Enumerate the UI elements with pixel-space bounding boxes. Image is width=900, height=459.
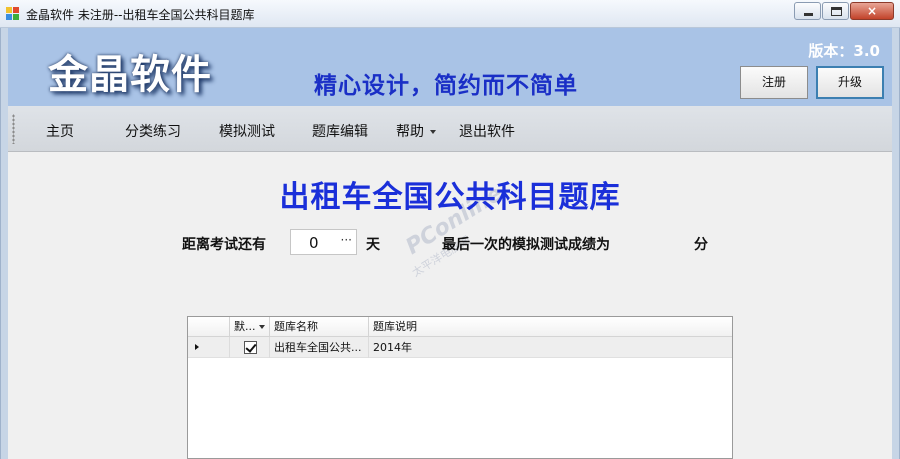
close-icon: × — [866, 4, 878, 18]
toolbar-grip[interactable] — [12, 114, 15, 144]
window-controls: × — [794, 2, 894, 20]
maximize-icon — [831, 7, 842, 16]
bank-name-cell[interactable]: 出租车全国公共... — [270, 337, 369, 358]
slogan: 精心设计，简约而不简单 — [314, 73, 578, 99]
days-value: 0 — [309, 234, 319, 252]
row-pointer-icon — [195, 344, 199, 350]
maximize-button[interactable] — [822, 2, 849, 20]
column-header-name[interactable]: 题库名称 — [270, 317, 369, 337]
days-input[interactable]: 0 ··· — [290, 229, 357, 255]
app-logo: 金晶软件 — [48, 52, 212, 98]
chevron-down-icon — [430, 130, 436, 134]
grid-header: 默... 题库名称 题库说明 — [188, 317, 732, 337]
default-checkbox[interactable] — [244, 341, 257, 354]
menu-item-bank-edit[interactable]: 题库编辑 — [312, 121, 368, 141]
minimize-button[interactable] — [794, 2, 821, 20]
chevron-down-icon — [258, 325, 265, 329]
days-label: 距离考试还有 — [182, 237, 266, 253]
app-icon — [6, 7, 20, 21]
row-selector[interactable] — [188, 337, 230, 358]
menu-item-label: 帮助 — [396, 124, 424, 140]
menu-item-label: 退出软件 — [459, 124, 515, 140]
column-header-desc[interactable]: 题库说明 — [369, 317, 732, 337]
upgrade-button[interactable]: 升级 — [816, 66, 884, 99]
version-label: 版本：3.0 — [808, 42, 880, 60]
bank-desc-cell[interactable]: 2014年 — [369, 337, 732, 358]
column-label: 默... — [234, 320, 256, 333]
page-title: 出租车全国公共科目题库 — [279, 180, 621, 215]
default-cell[interactable] — [230, 337, 270, 358]
row-header-corner — [188, 317, 230, 337]
minimize-icon — [804, 13, 813, 16]
score-label: 最后一次的模拟测试成绩为 — [442, 237, 610, 253]
window-title: 金晶软件 未注册--出租车全国公共科目题库 — [26, 8, 255, 22]
menu-item-exit[interactable]: 退出软件 — [459, 121, 515, 141]
title-bar: 金晶软件 未注册--出租车全国公共科目题库 × — [0, 0, 900, 28]
menu-item-mock-test[interactable]: 模拟测试 — [219, 121, 275, 141]
table-row[interactable]: 出租车全国公共... 2014年 — [188, 337, 732, 358]
column-label: 题库说明 — [373, 320, 417, 333]
column-header-default[interactable]: 默... — [230, 317, 270, 337]
menu-item-label: 主页 — [46, 124, 74, 140]
menu-item-help[interactable]: 帮助 — [396, 121, 436, 141]
days-unit: 天 — [366, 237, 380, 253]
menu-item-category-practice[interactable]: 分类练习 — [125, 121, 181, 141]
score-unit: 分 — [694, 237, 708, 253]
menu-item-label: 模拟测试 — [219, 124, 275, 140]
register-button[interactable]: 注册 — [740, 66, 808, 99]
close-button[interactable]: × — [850, 2, 894, 20]
ellipsis-icon[interactable]: ··· — [341, 233, 352, 247]
column-label: 题库名称 — [274, 320, 318, 333]
menu-item-label: 题库编辑 — [312, 124, 368, 140]
question-bank-grid[interactable]: 默... 题库名称 题库说明 出租车全国公共... 2014年 — [187, 316, 733, 459]
menu-item-label: 分类练习 — [125, 124, 181, 140]
menu-item-home[interactable]: 主页 — [46, 121, 74, 141]
